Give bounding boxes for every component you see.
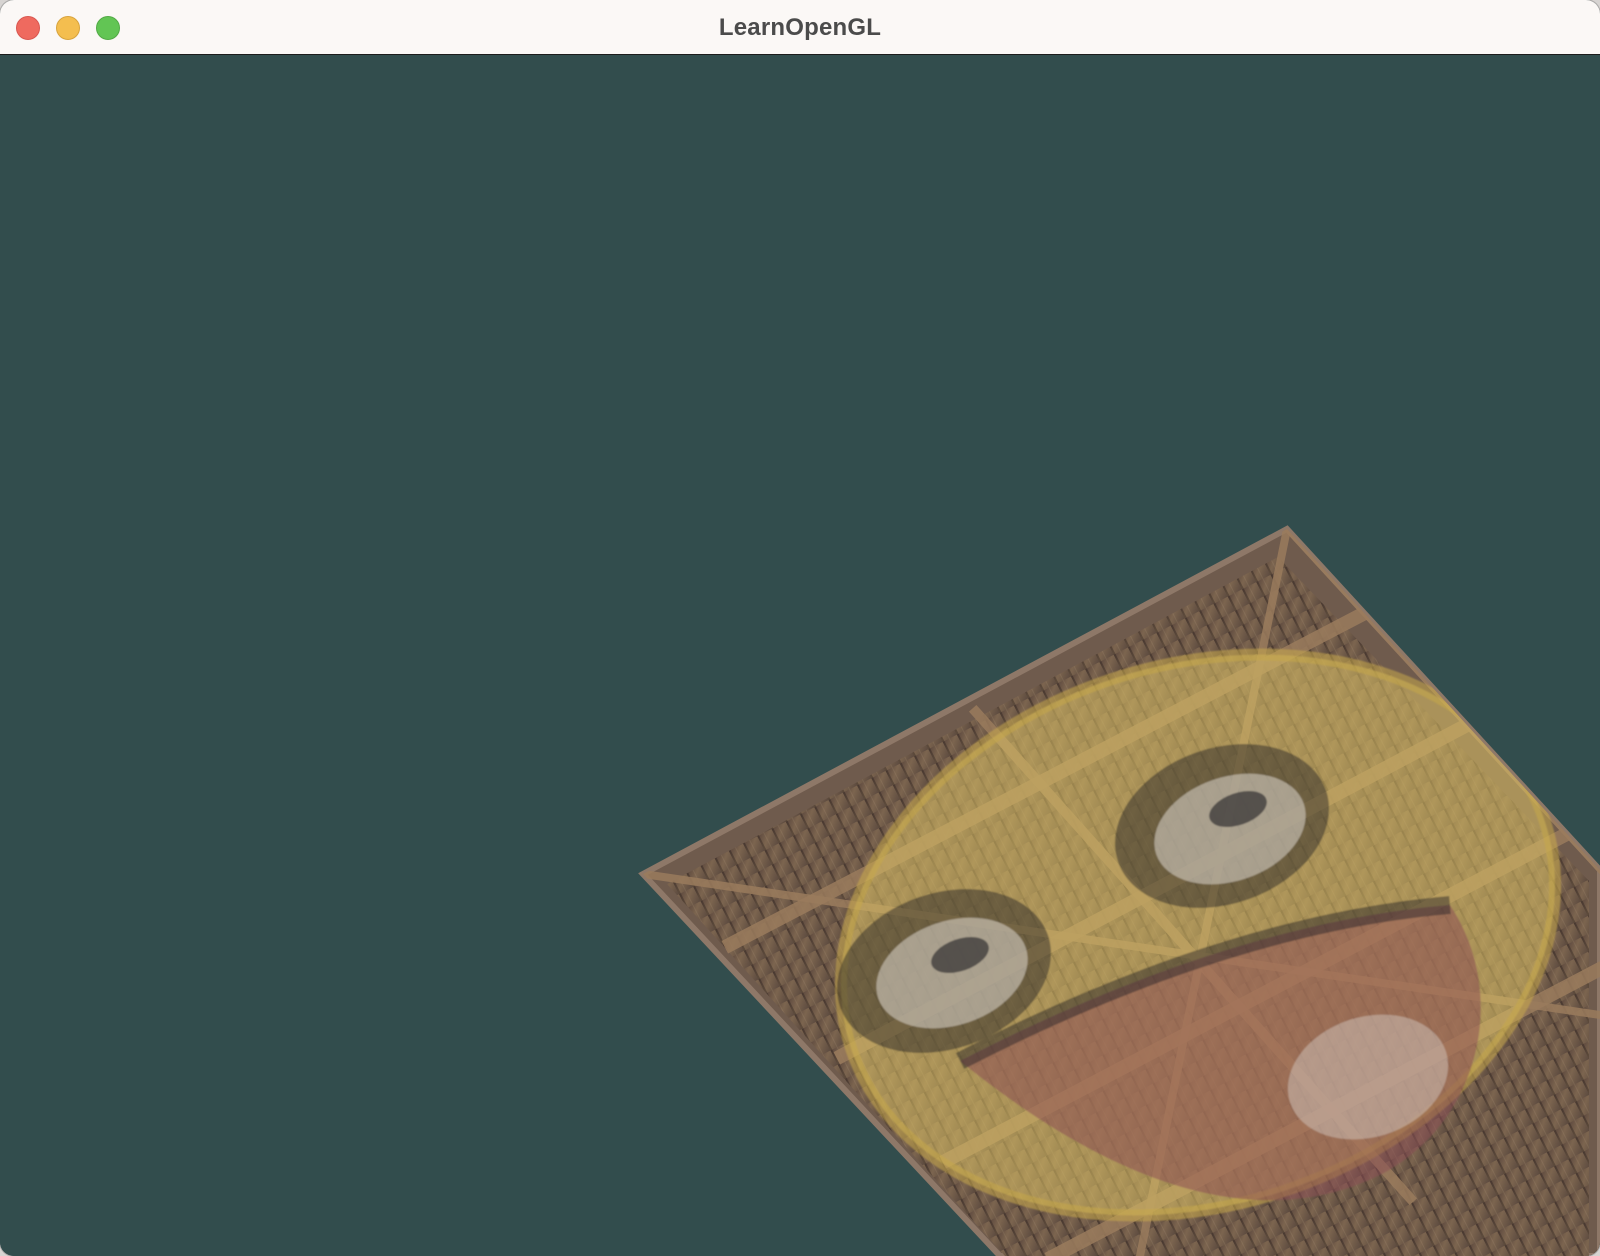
title-bar[interactable]: LearnOpenGL <box>0 0 1600 55</box>
textured-quad <box>638 525 1600 1256</box>
opengl-viewport <box>0 55 1600 1256</box>
window-title: LearnOpenGL <box>718 14 882 41</box>
app-window: LearnOpenGL <box>0 0 1600 1256</box>
rendered-scene <box>638 525 1600 1256</box>
